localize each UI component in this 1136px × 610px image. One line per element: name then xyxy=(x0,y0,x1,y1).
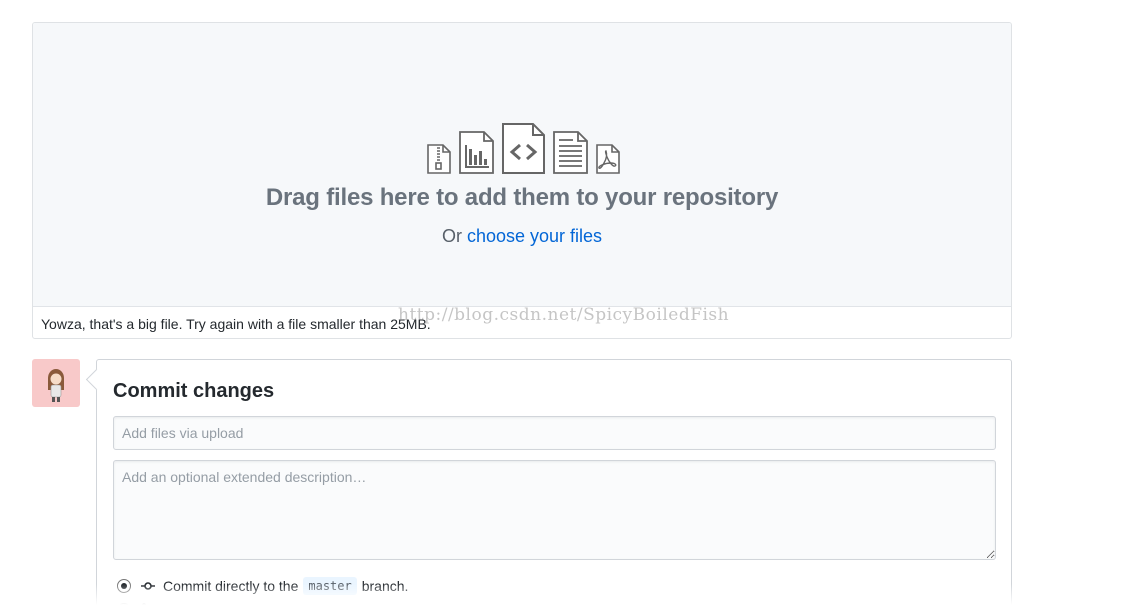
file-code-icon xyxy=(501,123,545,174)
commit-title: Commit changes xyxy=(113,380,275,402)
file-size-error: Yowza, that's a big file. Try again with… xyxy=(41,316,431,332)
branch-name: master xyxy=(303,577,357,595)
commit-direct-suffix: branch. xyxy=(361,578,409,594)
upload-page: Drag files here to add them to your repo… xyxy=(0,0,1136,610)
git-commit-icon xyxy=(141,582,155,590)
commit-summary-input[interactable] xyxy=(113,416,996,450)
choose-files-link[interactable]: choose your files xyxy=(467,226,602,246)
new-branch-radio[interactable] xyxy=(117,603,131,610)
or-label: Or xyxy=(441,226,462,246)
drop-subtitle: Or choose your files xyxy=(33,226,1011,247)
git-pull-request-icon xyxy=(141,603,147,610)
commit-direct-label: Commit directly to the xyxy=(163,578,299,594)
file-type-icons xyxy=(33,123,1011,174)
file-pdf-icon xyxy=(595,144,620,174)
commit-direct-option[interactable]: Commit directly to the master branch. xyxy=(117,577,408,595)
commit-form: Commit changes Commit directly to the ma… xyxy=(96,359,1012,610)
file-zip-icon xyxy=(426,144,451,174)
new-branch-option[interactable] xyxy=(117,603,161,610)
watermark-text: http://blog.csdn.net/SpicyBoiledFish xyxy=(398,305,730,325)
avatar-girl-icon xyxy=(48,369,64,402)
drop-title: Drag files here to add them to your repo… xyxy=(265,184,779,211)
avatar[interactable] xyxy=(32,359,80,407)
drop-area[interactable]: Drag files here to add them to your repo… xyxy=(33,23,1011,307)
commit-direct-radio[interactable] xyxy=(117,579,131,593)
upload-dropzone[interactable]: Drag files here to add them to your repo… xyxy=(32,22,1012,339)
commit-description-textarea[interactable] xyxy=(113,460,996,560)
file-chart-icon xyxy=(458,131,494,174)
file-text-icon xyxy=(552,131,588,174)
